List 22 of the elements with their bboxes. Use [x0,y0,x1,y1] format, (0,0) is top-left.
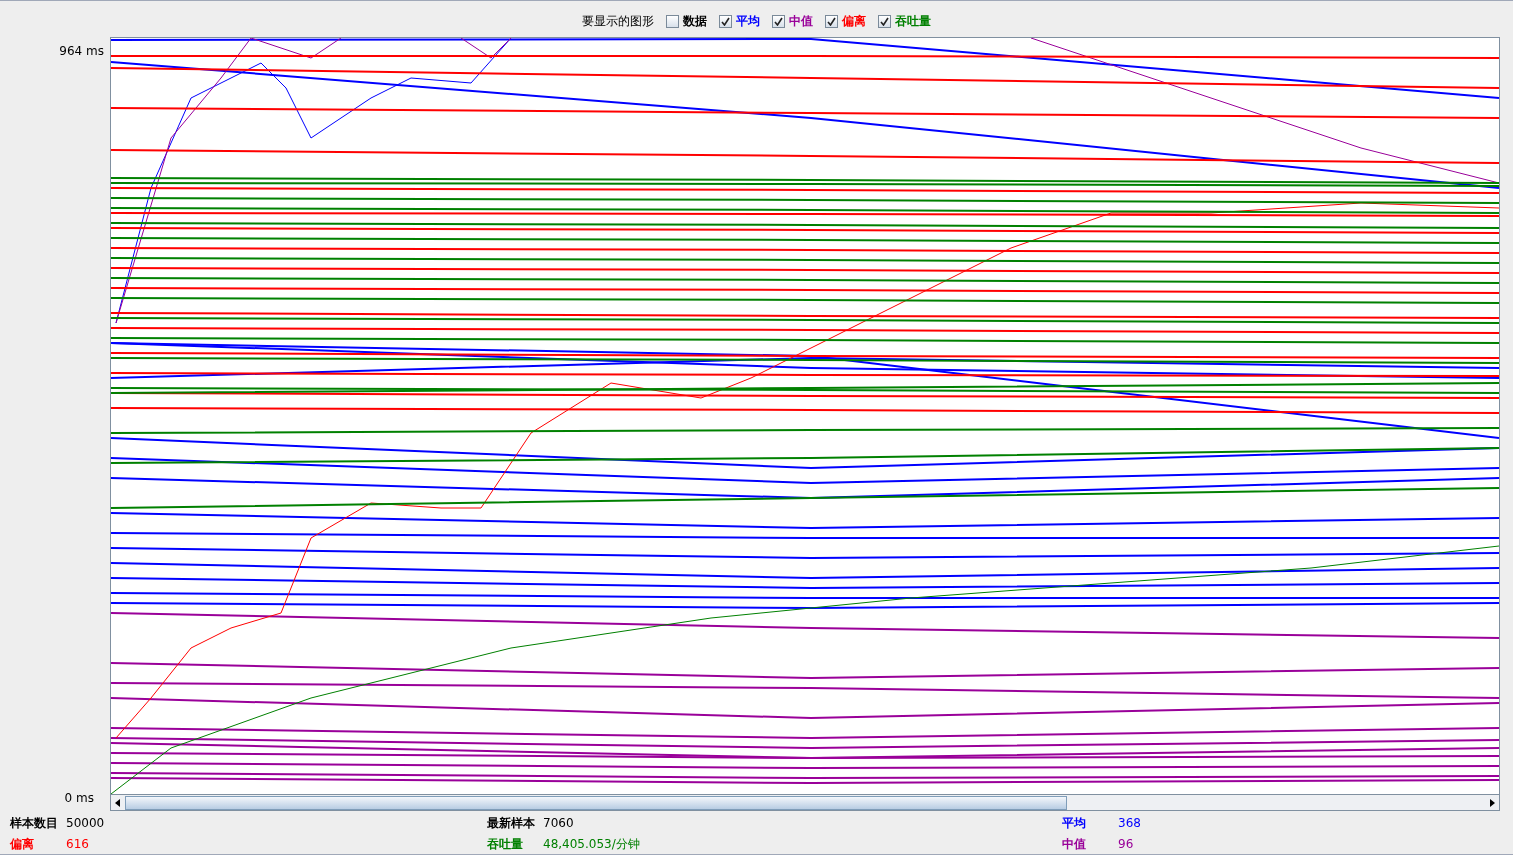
stat-label: 中值 [1062,836,1087,853]
series-checkbox[interactable]: 平均 [719,12,760,31]
stat-label: 样本数目 [10,815,59,832]
horizontal-scrollbar[interactable] [110,795,1500,811]
stat-value: 616 [66,836,89,853]
series-checkbox[interactable]: 中值 [772,12,813,31]
stat-label: 偏离 [10,836,35,853]
stat-label: 平均 [1062,815,1087,832]
stat-value: 7060 [543,815,574,832]
stat-label: 吞吐量 [487,836,524,853]
stat-value: 50000 [66,815,105,832]
y-axis-max-label: 964 ms [59,43,104,60]
series-checkbox[interactable]: 吞吐量 [878,12,931,31]
series-checkbox[interactable]: 偏离 [825,12,866,31]
y-axis-min-label: 0 ms [64,790,94,807]
legend-title: 要显示的图形 [582,13,654,31]
stat-value: 96 [1118,836,1134,853]
scrollbar-thumb[interactable] [125,795,1067,810]
series-checkbox[interactable]: 数据 [666,12,707,31]
stat-value: 368 [1118,815,1141,832]
stat-label: 最新样本 [487,815,536,832]
stat-value: 48,405.053/分钟 [543,836,640,853]
